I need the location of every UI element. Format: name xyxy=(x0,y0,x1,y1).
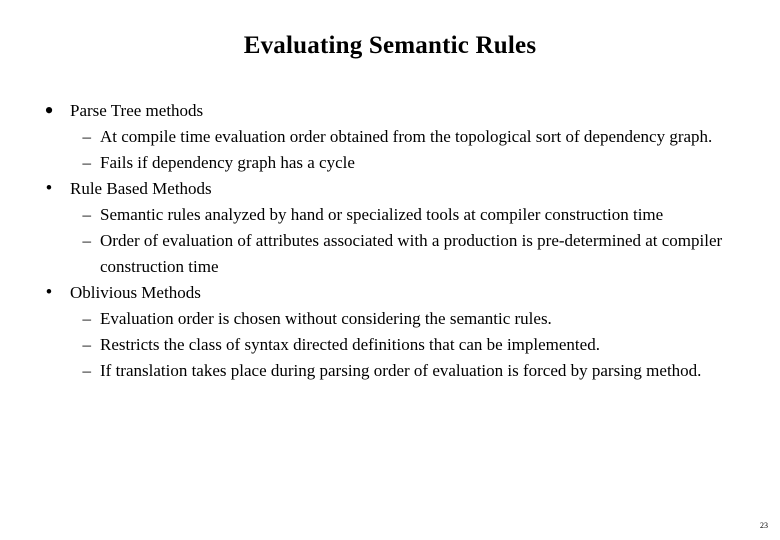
slide-body: • Parse Tree methods – At compile time e… xyxy=(30,98,770,384)
list-item: – Semantic rules analyzed by hand or spe… xyxy=(30,202,770,228)
list-item-label: At compile time evaluation order obtaine… xyxy=(100,127,713,146)
list-item-label: If translation takes place during parsin… xyxy=(100,361,702,380)
page-number: 23 xyxy=(760,521,768,530)
list-item: • Parse Tree methods xyxy=(30,98,770,124)
list-item-label: Restricts the class of syntax directed d… xyxy=(100,335,600,354)
list-item: – If translation takes place during pars… xyxy=(30,358,770,384)
list-item-label: Oblivious Methods xyxy=(70,283,201,302)
dash-marker-icon: – xyxy=(82,153,92,172)
list-item-label: Order of evaluation of attributes associ… xyxy=(100,231,723,276)
dash-marker-icon: – xyxy=(82,127,92,146)
list-item: – At compile time evaluation order obtai… xyxy=(30,124,770,150)
list-item-label: Evaluation order is chosen without consi… xyxy=(100,309,552,328)
dash-marker-icon: – xyxy=(82,309,92,328)
dash-marker-icon: – xyxy=(82,361,92,380)
list-item-label: Semantic rules analyzed by hand or speci… xyxy=(100,205,664,224)
dash-marker-icon: – xyxy=(82,335,92,354)
list-item: – Order of evaluation of attributes asso… xyxy=(30,228,770,280)
list-item: – Fails if dependency graph has a cycle xyxy=(30,150,770,176)
bullet-marker-icon: • xyxy=(45,178,53,199)
list-item-label: Fails if dependency graph has a cycle xyxy=(100,153,355,172)
list-item: – Evaluation order is chosen without con… xyxy=(30,306,770,332)
list-item: • Oblivious Methods xyxy=(30,280,770,306)
slide: Evaluating Semantic Rules • Parse Tree m… xyxy=(0,0,780,540)
page-title: Evaluating Semantic Rules xyxy=(243,32,537,59)
bullet-marker-icon: • xyxy=(44,96,54,125)
bullet-marker-icon: • xyxy=(45,282,53,303)
dash-marker-icon: – xyxy=(82,205,92,224)
dash-marker-icon: – xyxy=(82,231,92,250)
list-item-label: Rule Based Methods xyxy=(70,179,212,198)
list-item: • Rule Based Methods xyxy=(30,176,770,202)
list-item-label: Parse Tree methods xyxy=(70,101,204,120)
list-item: – Restricts the class of syntax directed… xyxy=(30,332,770,358)
